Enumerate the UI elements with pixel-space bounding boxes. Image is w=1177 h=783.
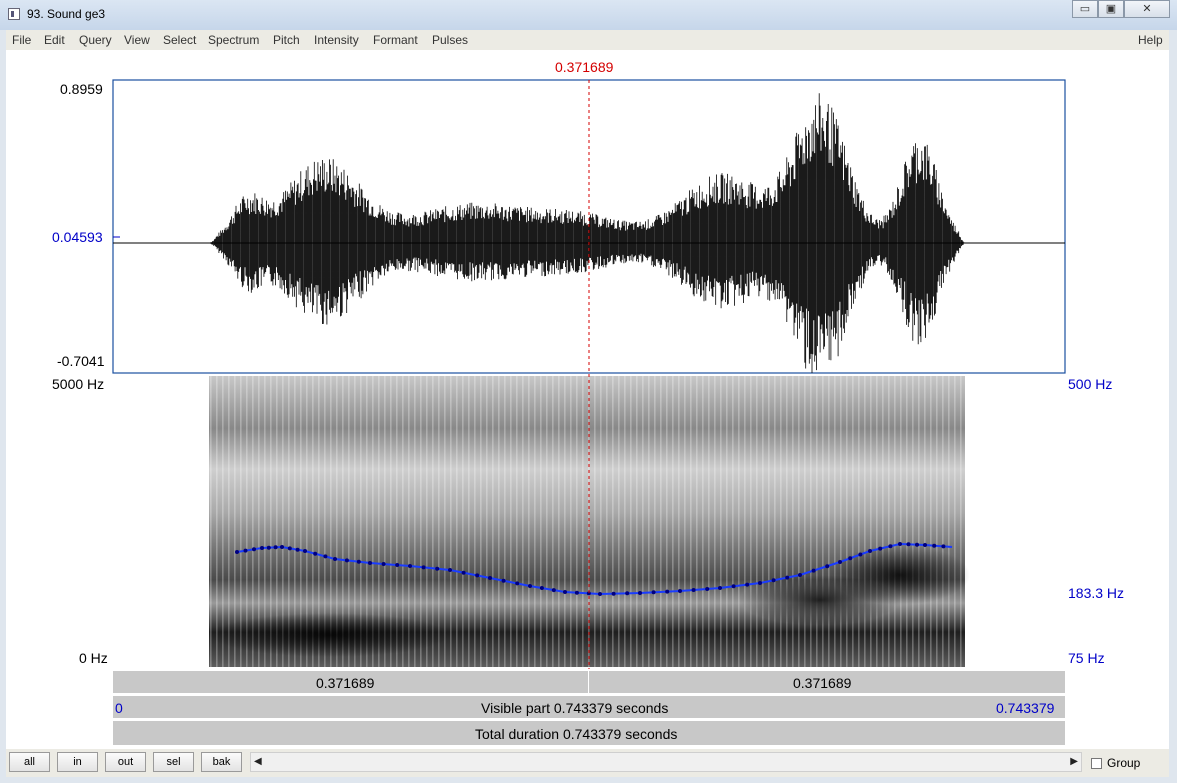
- pitch-point: [551, 588, 556, 593]
- pitch-point: [408, 564, 412, 568]
- pitch-point: [785, 575, 790, 580]
- pitch-bottom-label: 75 Hz: [1068, 650, 1105, 666]
- zoom-all-button[interactable]: all: [9, 752, 50, 772]
- pitch-point: [678, 589, 682, 593]
- visible-start-label: 0: [115, 700, 123, 716]
- pitch-point: [906, 542, 911, 547]
- pitch-point: [435, 566, 440, 571]
- scroll-left-icon[interactable]: ◀: [254, 756, 262, 767]
- pitch-point: [515, 581, 520, 586]
- pitch-point: [475, 573, 480, 578]
- pitch-point: [574, 590, 579, 595]
- pitch-point: [798, 573, 802, 577]
- pitch-point: [273, 545, 278, 550]
- pitch-point: [333, 557, 337, 561]
- pitch-cursor-value-label: 183.3 Hz: [1068, 585, 1125, 601]
- pitch-point: [771, 578, 776, 583]
- pitch-point: [878, 546, 883, 551]
- zoom-selection-button[interactable]: sel: [153, 752, 194, 772]
- pitch-point: [888, 544, 893, 549]
- pitch-point: [295, 547, 300, 552]
- pitch-point: [528, 584, 532, 588]
- pitch-point: [323, 554, 328, 559]
- pitch-point: [260, 546, 264, 550]
- pitch-point: [923, 543, 927, 547]
- pitch-point: [280, 545, 284, 549]
- pitch-point: [303, 549, 307, 553]
- waveform-cursor-value-label: 0.04593: [52, 229, 103, 245]
- pitch-point: [356, 559, 361, 564]
- spectrogram-dark-band-left: [210, 613, 450, 657]
- visible-part-label: Visible part 0.743379 seconds: [481, 700, 669, 716]
- pitch-point: [691, 588, 696, 592]
- total-duration-label: Total duration 0.743379 seconds: [475, 726, 678, 742]
- pitch-point: [625, 591, 630, 596]
- pitch-point: [941, 544, 946, 549]
- pitch-point: [488, 576, 492, 580]
- waveform-min-label: -0.7041: [57, 353, 105, 369]
- pitch-point: [461, 570, 466, 575]
- pitch-point: [421, 565, 426, 570]
- sound-editor-plot[interactable]: [0, 0, 1177, 783]
- pitch-point: [745, 582, 750, 587]
- waveform-max-label: 0.8959: [60, 81, 103, 97]
- zoom-in-button[interactable]: in: [57, 752, 98, 772]
- group-label: Group: [1107, 756, 1141, 770]
- pitch-point: [344, 558, 349, 563]
- pitch-point: [718, 586, 722, 590]
- zoom-back-button[interactable]: bak: [201, 752, 242, 772]
- pitch-point: [563, 590, 567, 594]
- time-scrollbar[interactable]: ◀ ▶: [250, 752, 1082, 772]
- pitch-point: [243, 548, 248, 553]
- pitch-point: [448, 568, 452, 572]
- pitch-point: [638, 591, 642, 595]
- pitch-point: [287, 546, 292, 551]
- group-toggle[interactable]: Group: [1091, 756, 1140, 770]
- pitch-point: [313, 551, 318, 556]
- pitch-point: [848, 556, 853, 561]
- pitch-point: [395, 563, 400, 567]
- pitch-point: [235, 550, 239, 554]
- pitch-point: [381, 562, 386, 566]
- pitch-point: [932, 543, 937, 548]
- pitch-point: [898, 542, 902, 546]
- cursor-time-label: 0.371689: [555, 59, 614, 75]
- pitch-point: [651, 590, 656, 595]
- spectrogram-top-label: 5000 Hz: [52, 376, 105, 392]
- pitch-point: [758, 581, 762, 585]
- scroll-right-icon[interactable]: ▶: [1070, 756, 1078, 767]
- spectrogram-bottom-label: 0 Hz: [79, 650, 108, 666]
- pitch-point: [598, 592, 602, 596]
- visible-end-label: 0.743379: [996, 700, 1055, 716]
- pitch-point: [368, 561, 372, 565]
- pitch-point: [705, 587, 710, 591]
- time-segment-left-label: 0.371689: [316, 675, 375, 691]
- pitch-point: [825, 564, 830, 569]
- pitch-point: [811, 568, 816, 573]
- pitch-point: [266, 545, 271, 550]
- pitch-point: [868, 549, 872, 553]
- time-segment-right-label: 0.371689: [793, 675, 852, 691]
- pitch-point: [252, 547, 256, 552]
- pitch-point: [665, 589, 670, 594]
- pitch-point: [838, 560, 842, 564]
- pitch-point: [731, 584, 736, 589]
- group-checkbox[interactable]: [1091, 757, 1102, 769]
- pitch-point: [915, 542, 919, 547]
- pitch-point: [501, 578, 506, 583]
- pitch-point: [539, 586, 544, 590]
- pitch-point: [858, 552, 863, 557]
- pitch-top-label: 500 Hz: [1068, 376, 1113, 392]
- zoom-out-button[interactable]: out: [105, 752, 146, 772]
- pitch-point: [611, 591, 616, 596]
